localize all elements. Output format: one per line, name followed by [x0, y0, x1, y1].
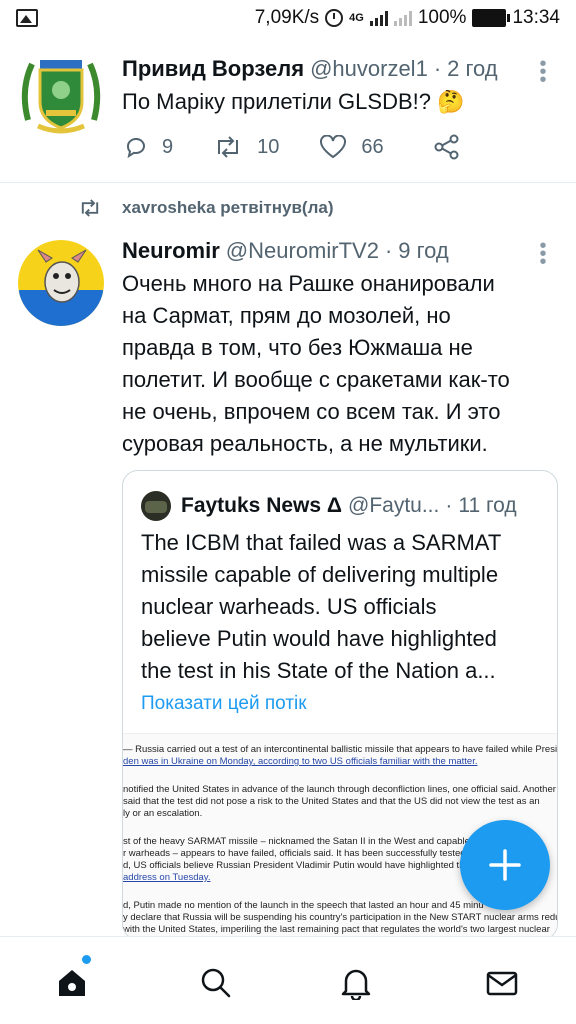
article-line: address on Tuesday. — [123, 872, 211, 883]
quote-time[interactable]: 11 год — [458, 494, 516, 518]
article-line: notified the United States in advance of… — [123, 784, 556, 795]
article-line: d, US officials believe Russian Presiden… — [123, 860, 470, 871]
nav-notifications[interactable] — [336, 963, 376, 1003]
network-type: 4G — [349, 12, 364, 24]
nav-search[interactable] — [196, 963, 236, 1003]
heart-icon — [320, 135, 347, 159]
battery-percent: 100% — [417, 7, 467, 28]
more-options-icon[interactable]: • • • — [538, 54, 548, 90]
article-line: with the United States, imperiling the l… — [123, 924, 550, 935]
tweet-text: По Маріку прилетіли GLSDB!? 🤔 — [122, 89, 465, 114]
article-line: ly or an escalation. — [123, 808, 203, 819]
retweet-icon — [218, 136, 239, 158]
divider — [0, 182, 576, 183]
tweet-text-line: не очень, впрочем со всем так. И это — [122, 399, 501, 424]
quote-text-line: the test in his State of the Nation a... — [141, 658, 496, 683]
coat-of-arms-icon — [21, 60, 101, 134]
separator-dot: · — [384, 238, 393, 263]
quote-author-handle[interactable]: @Faytu... — [348, 494, 439, 518]
bottom-navigation — [0, 936, 576, 1024]
avatar[interactable] — [18, 240, 104, 326]
retweet-button[interactable]: 10 — [213, 135, 279, 159]
avatar[interactable] — [18, 50, 104, 136]
share-icon — [434, 134, 459, 160]
tweet-text-line: суровая реальность, а не мультики. — [122, 431, 488, 456]
article-line: d, Putin made no mention of the launch i… — [123, 900, 484, 911]
like-button[interactable]: 66 — [319, 135, 384, 159]
nav-messages[interactable] — [482, 963, 522, 1003]
article-line: y declare that Russia will be suspending… — [123, 912, 558, 923]
tweet-text-line: правда в том, что без Южмаша не — [122, 335, 473, 360]
notifications-icon — [341, 969, 371, 1000]
reply-count: 9 — [162, 135, 174, 158]
quote-text-line: believe Putin would have highlighted — [141, 626, 497, 651]
show-thread-link[interactable]: Показати цей потік — [141, 693, 307, 715]
clock-time: 13:34 — [512, 7, 560, 28]
quote-author-name[interactable]: Faytuks News Δ — [181, 494, 342, 518]
tweet[interactable]: Привид Ворзеля @huvorzel1 · 2 год • • • По… — [0, 40, 576, 180]
battery-icon — [472, 9, 511, 27]
article-line: den was in Ukraine on Monday, according … — [123, 756, 478, 767]
compose-tweet-button[interactable] — [460, 820, 550, 910]
like-count: 66 — [361, 135, 384, 158]
article-line: said that the test did not pose a risk t… — [123, 796, 540, 807]
tweet-text-line: на Сармат, прям до мозолей, но — [122, 303, 451, 328]
status-bar: 7,09K/s 4G 100% 13:34 — [0, 0, 576, 36]
author-name[interactable]: Neuromir — [122, 238, 220, 264]
tweet-text: Очень много на Рашке онанировали на Сарм… — [122, 268, 572, 460]
tweet-time[interactable]: 2 год — [447, 56, 497, 82]
image-icon — [16, 9, 38, 27]
retweet-icon — [81, 199, 99, 217]
cartoon-avatar-icon — [19, 241, 103, 326]
retweet-banner-text: xavrosheka ретвітнув(ла) — [122, 198, 334, 217]
signal-icon — [369, 10, 388, 26]
nav-home[interactable] — [52, 963, 92, 1003]
author-handle[interactable]: @NeuromirTV2 — [226, 238, 379, 264]
article-line: st of the heavy SARMAT missile – nicknam… — [123, 836, 489, 847]
reply-icon — [126, 138, 145, 159]
article-line: — Russia carried out a test of an interc… — [123, 744, 558, 755]
quote-text-line: nuclear warheads. US officials — [141, 594, 437, 619]
more-options-icon[interactable]: • • • — [538, 236, 548, 272]
home-notification-dot — [82, 955, 91, 964]
tweet-text-line: Очень много на Рашке онанировали — [122, 271, 495, 296]
net-speed: 7,09K/s — [254, 7, 320, 28]
search-icon — [201, 968, 231, 998]
quote-avatar[interactable] — [141, 491, 171, 521]
retweet-count: 10 — [257, 135, 280, 158]
home-icon — [59, 970, 85, 996]
messages-icon — [486, 971, 518, 996]
retweet-banner[interactable]: xavrosheka ретвітнув(ла) — [78, 198, 333, 218]
alarm-icon — [325, 9, 344, 27]
quote-text: The ICBM that failed was a SARMAT missil… — [141, 527, 551, 687]
plus-icon — [489, 849, 521, 881]
author-handle[interactable]: @huvorzel1 — [310, 56, 428, 82]
share-button[interactable] — [434, 134, 474, 160]
article-line: r warheads – appears to have failed, off… — [123, 848, 474, 859]
tweet-text-line: полетит. И вообще с сракетами как-то — [122, 367, 510, 392]
author-name[interactable]: Привид Ворзеля — [122, 56, 304, 82]
signal-2-icon — [393, 10, 412, 26]
quote-text-line: The ICBM that failed was a SARMAT — [141, 530, 502, 555]
separator-dot: · — [433, 56, 442, 81]
separator-dot: · — [445, 494, 453, 517]
reply-button[interactable]: 9 — [124, 135, 173, 159]
tweet-time[interactable]: 9 год — [398, 238, 448, 264]
quote-text-line: missile capable of delivering multiple — [141, 562, 499, 587]
